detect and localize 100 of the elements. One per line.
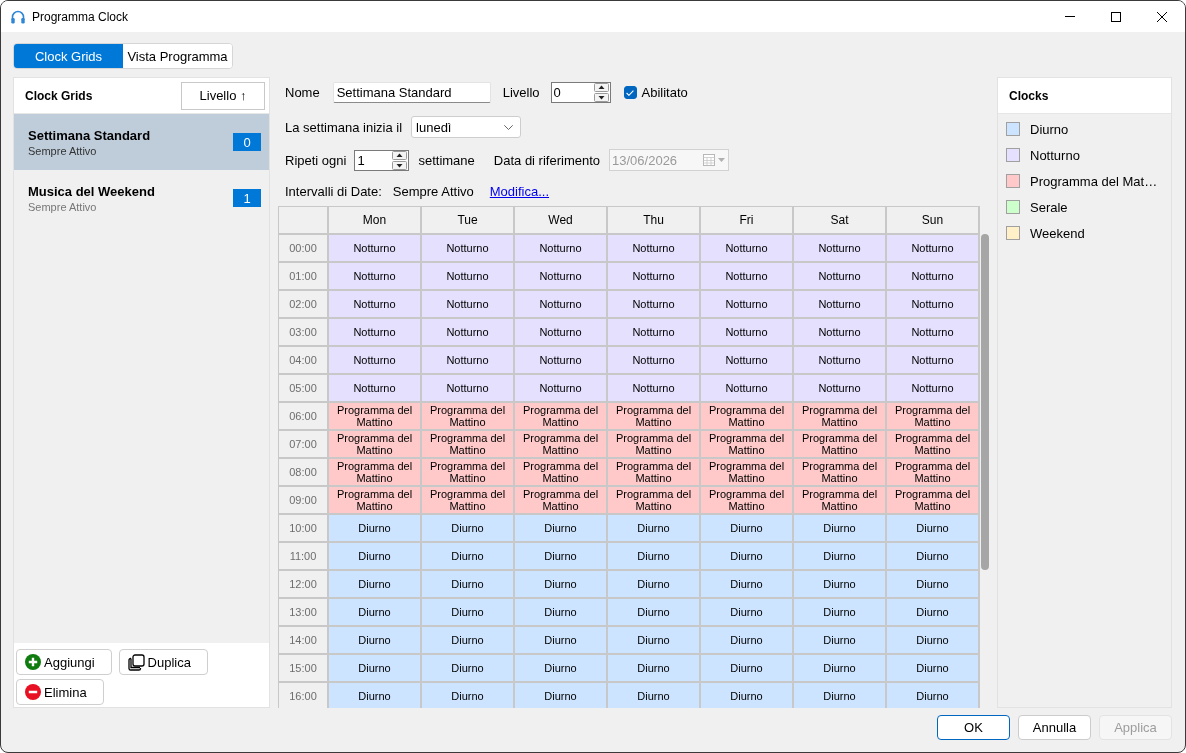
sort-button[interactable]: Livello ↑	[181, 81, 265, 110]
schedule-cell: Diurno	[887, 599, 978, 625]
schedule-cell: Programma del Mattino	[887, 431, 978, 457]
schedule-cell: Notturno	[887, 291, 978, 317]
schedule-cell: Programma del Mattino	[608, 403, 699, 429]
schedule-cell: Programma del Mattino	[515, 487, 606, 513]
schedule-cell: Diurno	[794, 599, 885, 625]
schedule-cell: Programma del Mattino	[887, 459, 978, 485]
schedule-cell: Programma del Mattino	[515, 459, 606, 485]
schedule-cell: Diurno	[794, 543, 885, 569]
name-field[interactable]: Settimana Standard	[332, 82, 491, 103]
dialog-button[interactable]: OK	[937, 715, 1010, 740]
schedule-cell: Diurno	[329, 683, 420, 708]
schedule-cell: Notturno	[422, 375, 513, 401]
repeat-field[interactable]: 1	[354, 149, 410, 171]
schedule-cell: Diurno	[794, 571, 885, 597]
time-label: 06:00	[279, 403, 327, 429]
time-label: 02:00	[279, 291, 327, 317]
schedule-cell: Diurno	[887, 627, 978, 653]
schedule-cell: Notturno	[329, 375, 420, 401]
delete-button[interactable]: Elimina	[16, 679, 104, 705]
schedule-cell: Programma del Mattino	[887, 403, 978, 429]
schedule-cell: Diurno	[608, 515, 699, 541]
duplicate-button[interactable]: Duplica	[118, 649, 208, 675]
schedule-cell: Notturno	[887, 319, 978, 345]
spin-down-icon[interactable]	[392, 160, 408, 170]
window-title: Programma Clock	[32, 9, 129, 24]
schedule-cell: Notturno	[701, 347, 792, 373]
clock-name: Programma del Mat…	[1030, 173, 1158, 189]
schedule-cell: Programma del Mattino	[515, 403, 606, 429]
spin-down-icon[interactable]	[593, 93, 609, 102]
schedule-cell: Diurno	[422, 599, 513, 625]
schedule-cell: Notturno	[701, 235, 792, 261]
time-label: 16:00	[279, 683, 327, 708]
week-start-select[interactable]: lunedì	[411, 116, 522, 138]
clock-name: Diurno	[1030, 121, 1069, 137]
schedule-cell: Notturno	[329, 319, 420, 345]
spin-up-icon[interactable]	[593, 83, 609, 92]
close-icon[interactable]	[1157, 11, 1167, 22]
scrollbar-thumb[interactable]	[981, 234, 989, 570]
schedule-cell: Diurno	[608, 627, 699, 653]
schedule-cell: Programma del Mattino	[515, 431, 606, 457]
schedule-cell: Notturno	[515, 347, 606, 373]
grid-list-item[interactable]: Settimana Standard Sempre Attivo 0	[14, 114, 269, 170]
day-header: Sat	[794, 207, 885, 233]
schedule-cell: Notturno	[887, 235, 978, 261]
schedule-cell: Programma del Mattino	[701, 403, 792, 429]
schedule-cell: Notturno	[794, 375, 885, 401]
day-header: Tue	[422, 207, 513, 233]
schedule-cell: Notturno	[887, 347, 978, 373]
schedule-cell: Programma del Mattino	[794, 487, 885, 513]
schedule-cell: Notturno	[515, 291, 606, 317]
schedule-cell: Diurno	[794, 655, 885, 681]
schedule-cell: Diurno	[329, 515, 420, 541]
day-header: Mon	[329, 207, 420, 233]
schedule-cell: Diurno	[701, 515, 792, 541]
schedule-cell: Notturno	[701, 319, 792, 345]
schedule-cell: Programma del Mattino	[608, 487, 699, 513]
time-label: 12:00	[279, 571, 327, 597]
tab[interactable]: Clock Grids	[14, 44, 123, 68]
grid-list-item[interactable]: Musica del Weekend Sempre Attivo 1	[14, 170, 269, 226]
plus-circle-icon	[25, 654, 41, 670]
schedule-cell: Notturno	[515, 319, 606, 345]
schedule-cell: Notturno	[515, 235, 606, 261]
schedule-cell: Programma del Mattino	[422, 403, 513, 429]
schedule-cell: Diurno	[515, 543, 606, 569]
time-label: 00:00	[279, 235, 327, 261]
copy-icon	[127, 653, 145, 671]
schedule-cell: Programma del Mattino	[794, 431, 885, 457]
schedule-cell: Notturno	[422, 347, 513, 373]
schedule-cell: Notturno	[608, 375, 699, 401]
schedule-cell: Notturno	[701, 375, 792, 401]
edit-link[interactable]: Modifica...	[489, 183, 549, 199]
table-corner	[279, 207, 327, 233]
schedule-cell: Diurno	[701, 627, 792, 653]
maximize-icon[interactable]	[1111, 11, 1121, 22]
checkbox[interactable]	[623, 86, 637, 99]
repeat-label: Ripeti ogni	[285, 152, 347, 168]
schedule-cell: Diurno	[608, 543, 699, 569]
schedule-cell: Diurno	[515, 683, 606, 708]
day-header: Thu	[608, 207, 699, 233]
schedule-cell: Diurno	[887, 655, 978, 681]
add-button[interactable]: Aggiungi	[16, 649, 112, 675]
week-start-label: La settimana inizia il	[285, 119, 403, 135]
schedule-cell: Diurno	[794, 515, 885, 541]
spin-up-icon[interactable]	[392, 150, 408, 160]
schedule-cell: Diurno	[887, 543, 978, 569]
schedule-cell: Notturno	[794, 235, 885, 261]
schedule-cell: Notturno	[794, 263, 885, 289]
schedule-cell: Notturno	[329, 263, 420, 289]
schedule-cell: Diurno	[329, 599, 420, 625]
level-field[interactable]: 0	[550, 82, 611, 103]
schedule-cell: Diurno	[515, 515, 606, 541]
schedule-cell: Notturno	[608, 319, 699, 345]
schedule-cell: Programma del Mattino	[608, 459, 699, 485]
time-label: 03:00	[279, 319, 327, 345]
schedule-cell: Diurno	[329, 627, 420, 653]
schedule-cell: Notturno	[608, 291, 699, 317]
dialog-button[interactable]: Annulla	[1018, 715, 1091, 740]
schedule-cell: Diurno	[422, 655, 513, 681]
